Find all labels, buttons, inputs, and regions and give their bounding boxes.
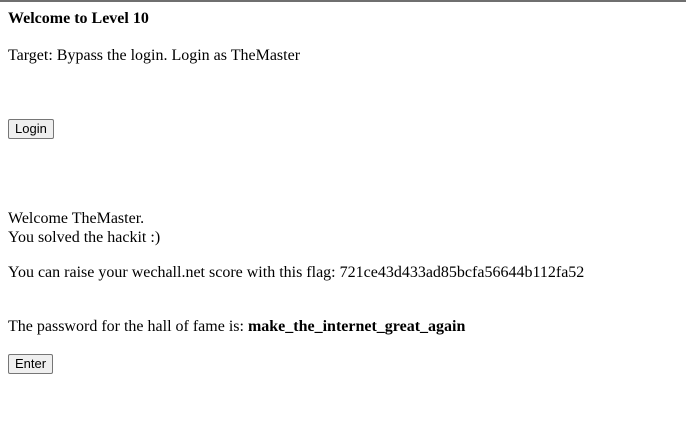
password-value: make_the_internet_great_again — [247, 318, 466, 335]
target-description: Target: Bypass the login. Login as TheMa… — [8, 47, 301, 64]
solved-text: You solved the hackit :) — [8, 229, 161, 246]
welcome-message: Welcome TheMaster. You solved the hackit… — [8, 209, 160, 247]
flag-text: You can raise your wechall.net score wit… — [8, 264, 585, 281]
login-button[interactable]: Login — [8, 119, 54, 139]
page-title: Welcome to Level 10 — [8, 10, 149, 27]
password-label: The password for the hall of fame is: — [8, 318, 248, 335]
enter-button[interactable]: Enter — [8, 354, 54, 374]
welcome-user-text: Welcome TheMaster. — [8, 210, 145, 227]
password-line: The password for the hall of fame is: ma… — [8, 317, 465, 337]
